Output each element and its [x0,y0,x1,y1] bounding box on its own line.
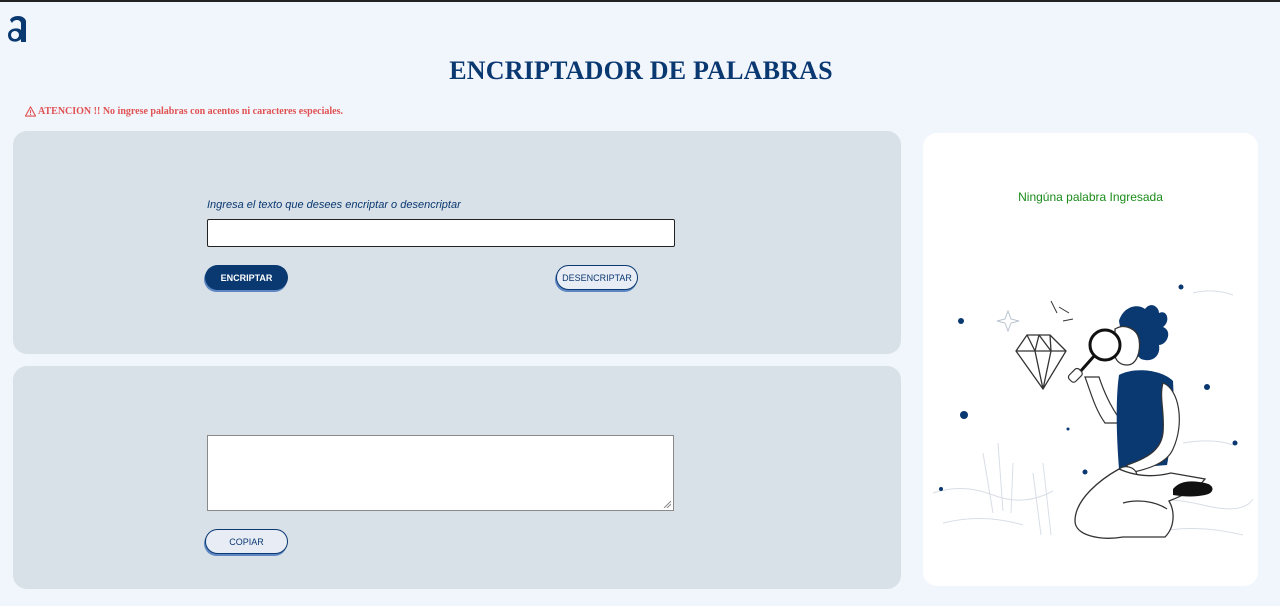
decrypt-button[interactable]: DESENCRIPTAR [556,265,638,290]
result-card: Ningúna palabra Ingresada [923,133,1258,586]
no-word-message: Ningúna palabra Ingresada [1018,190,1163,204]
logo-icon[interactable] [6,12,30,46]
input-label: Ingresa el texto que desees encriptar o … [207,199,461,211]
encrypt-button[interactable]: ENCRIPTAR [205,265,288,290]
warning-text: ATENCION !! No ingrese palabras con acen… [38,106,343,117]
output-textarea[interactable] [207,435,674,511]
page-title: ENCRIPTADOR DE PALABRAS [449,56,833,85]
person-magnifying-glass-illustration [932,284,1254,539]
text-input[interactable] [207,219,675,247]
input-panel: Ingresa el texto que desees encriptar o … [13,131,901,354]
warning-triangle-icon [25,106,36,117]
warning-message: ATENCION !! No ingrese palabras con acen… [25,106,343,117]
resize-grip-icon[interactable] [663,500,671,508]
output-panel: COPIAR [13,366,901,589]
copy-button[interactable]: COPIAR [205,529,288,554]
